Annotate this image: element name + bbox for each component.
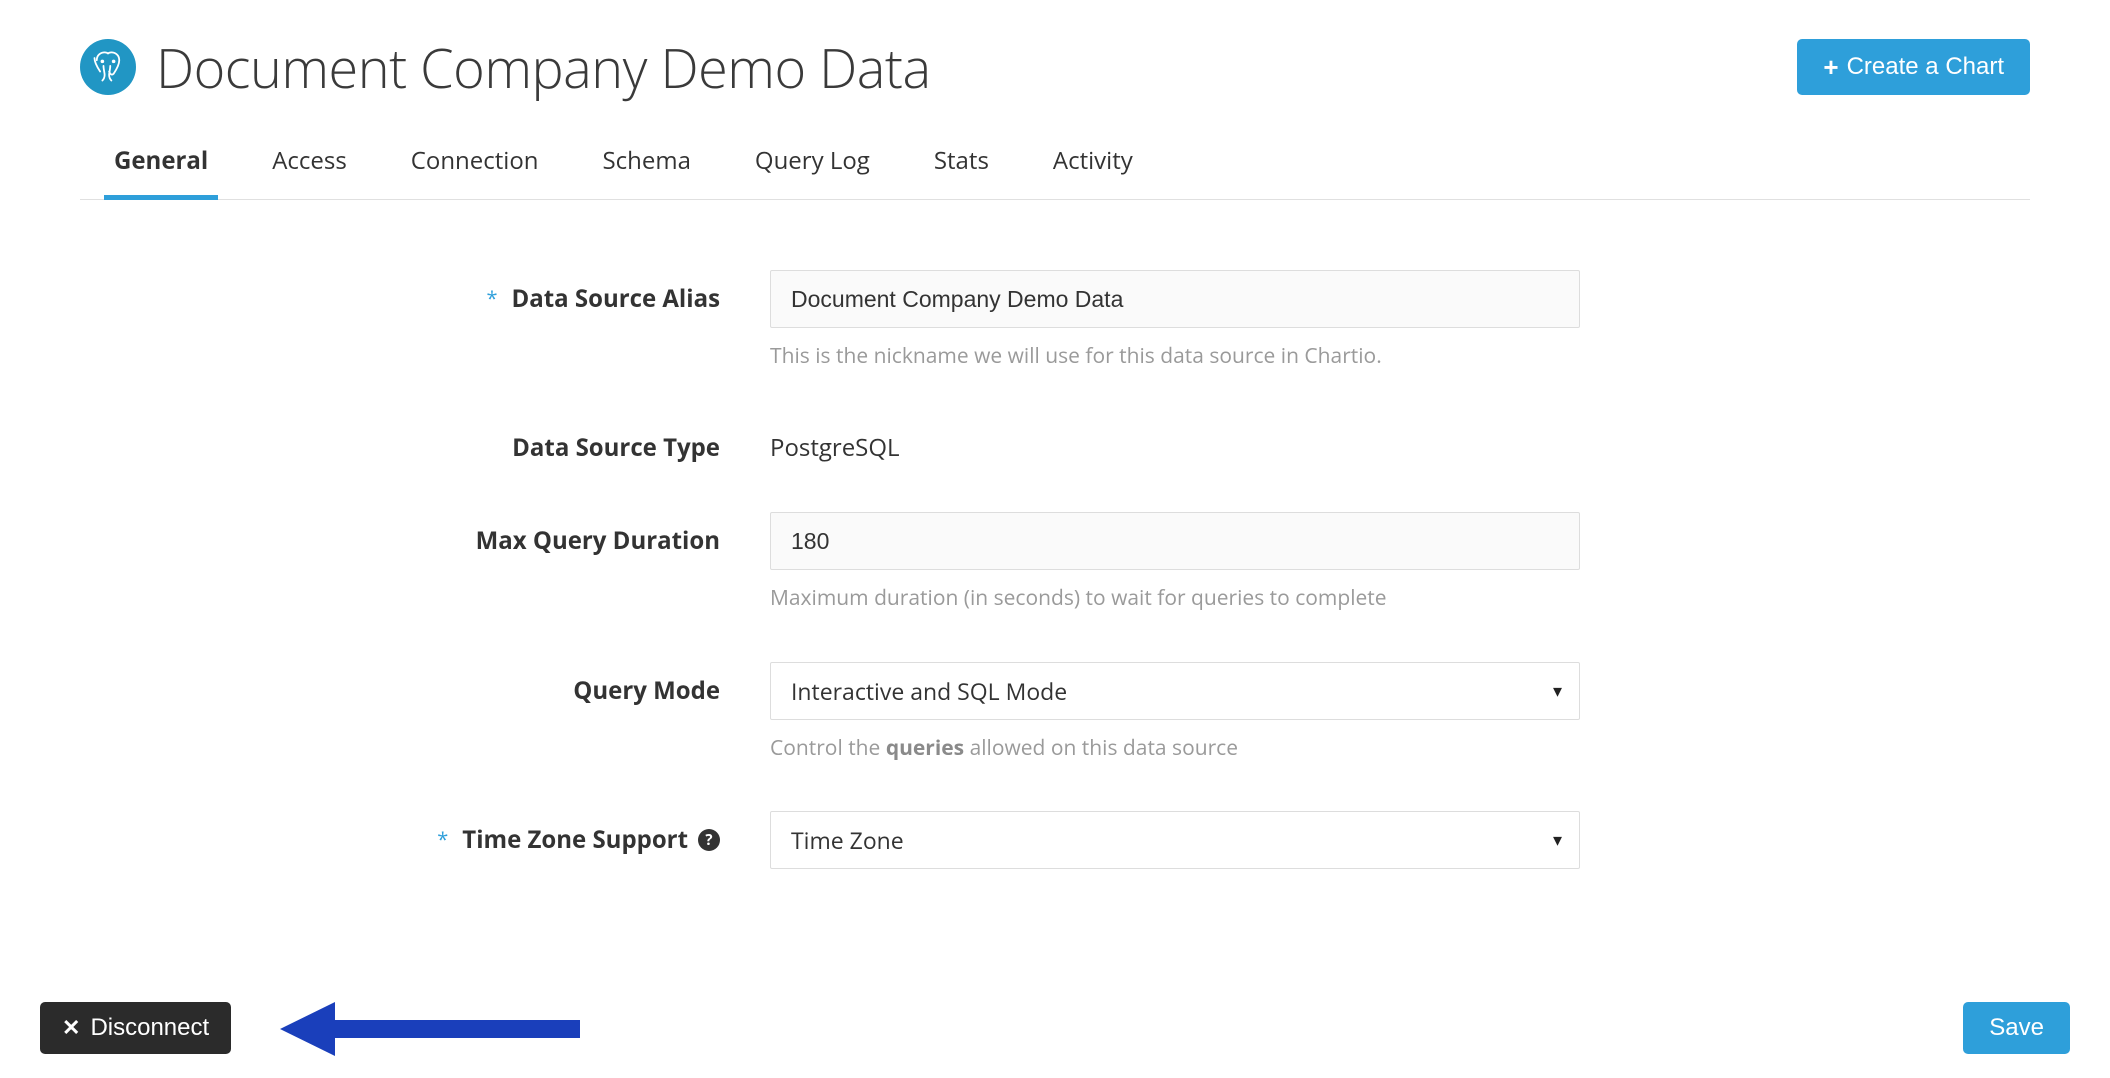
tabs: General Access Connection Schema Query L… [80, 144, 2030, 200]
input-col: Time Zone ▾ [770, 811, 1580, 869]
query-mode-help-post: allowed on this data source [964, 734, 1238, 762]
save-button[interactable]: Save [1963, 1002, 2070, 1054]
help-icon[interactable]: ? [698, 829, 720, 851]
query-mode-value: Interactive and SQL Mode [791, 675, 1067, 707]
create-chart-button[interactable]: + Create a Chart [1797, 39, 2030, 95]
disconnect-label: Disconnect [90, 1014, 209, 1042]
alias-help: This is the nickname we will use for thi… [770, 342, 1580, 371]
timezone-select-wrap[interactable]: Time Zone ▾ [770, 811, 1580, 869]
row-query-mode: Query Mode Interactive and SQL Mode ▾ Co… [80, 662, 2030, 763]
label-col: Data Source Type [80, 419, 770, 464]
timezone-label-wrap: * Time Zone Support ? [437, 823, 720, 856]
query-mode-label: Query Mode [573, 674, 720, 707]
tab-general[interactable]: General [110, 144, 212, 199]
query-mode-help: Control the queries allowed on this data… [770, 734, 1580, 763]
row-max-query-duration: Max Query Duration Maximum duration (in … [80, 512, 2030, 613]
header: Document Company Demo Data + Create a Ch… [80, 30, 2030, 104]
tab-access[interactable]: Access [268, 144, 351, 199]
input-col: Interactive and SQL Mode ▾ Control the q… [770, 662, 1580, 763]
query-mode-help-pre: Control the [770, 734, 886, 762]
query-mode-select-wrap[interactable]: Interactive and SQL Mode ▾ [770, 662, 1580, 720]
row-timezone: * Time Zone Support ? Time Zone ▾ [80, 811, 2030, 869]
timezone-value: Time Zone [791, 824, 904, 856]
title-wrap: Document Company Demo Data [80, 30, 931, 104]
row-type: Data Source Type PostgreSQL [80, 419, 2030, 464]
alias-label-wrap: * Data Source Alias [486, 282, 720, 315]
input-col: PostgreSQL [770, 419, 1580, 464]
page-title: Document Company Demo Data [156, 30, 931, 104]
label-col: Query Mode [80, 662, 770, 707]
create-chart-label: Create a Chart [1847, 53, 2004, 81]
type-value: PostgreSQL [770, 419, 1580, 464]
tab-activity[interactable]: Activity [1049, 144, 1137, 199]
type-label: Data Source Type [512, 431, 720, 464]
footer: ✕ Disconnect Save [40, 1002, 2070, 1054]
tab-stats[interactable]: Stats [930, 144, 993, 199]
required-star-icon: * [437, 826, 448, 853]
max-query-duration-label: Max Query Duration [476, 524, 720, 557]
form-area: * Data Source Alias This is the nickname… [80, 270, 2030, 869]
disconnect-button[interactable]: ✕ Disconnect [40, 1002, 231, 1054]
query-mode-select[interactable]: Interactive and SQL Mode [770, 662, 1580, 720]
label-col: * Time Zone Support ? [80, 811, 770, 856]
postgres-icon [80, 39, 136, 95]
max-query-duration-help: Maximum duration (in seconds) to wait fo… [770, 584, 1580, 613]
alias-label: Data Source Alias [511, 282, 720, 315]
input-col: Maximum duration (in seconds) to wait fo… [770, 512, 1580, 613]
label-col: * Data Source Alias [80, 270, 770, 315]
close-icon: ✕ [62, 1015, 80, 1041]
input-col: This is the nickname we will use for thi… [770, 270, 1580, 371]
timezone-label: Time Zone Support [462, 823, 688, 856]
query-mode-help-bold: queries [886, 734, 964, 762]
alias-input[interactable] [770, 270, 1580, 328]
tab-query-log[interactable]: Query Log [751, 144, 874, 199]
required-star-icon: * [486, 285, 497, 312]
timezone-select[interactable]: Time Zone [770, 811, 1580, 869]
max-query-duration-input[interactable] [770, 512, 1580, 570]
tab-connection[interactable]: Connection [407, 144, 543, 199]
plus-icon: + [1823, 54, 1838, 80]
row-alias: * Data Source Alias This is the nickname… [80, 270, 2030, 371]
tab-schema[interactable]: Schema [599, 144, 695, 199]
label-col: Max Query Duration [80, 512, 770, 557]
